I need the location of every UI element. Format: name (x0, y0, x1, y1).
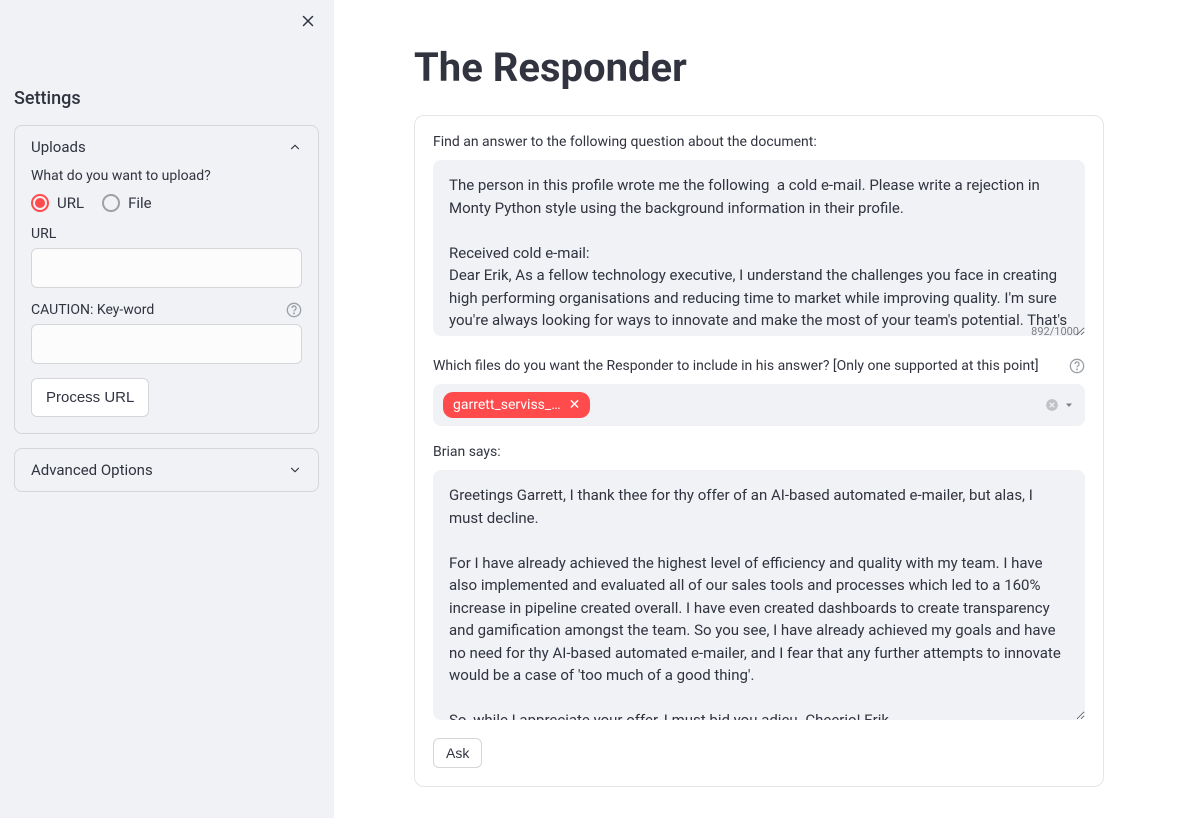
dropdown-caret-icon[interactable] (1063, 399, 1075, 411)
file-multiselect[interactable]: garrett_serviss_… ✕ (433, 384, 1085, 426)
uploads-panel-header[interactable]: Uploads (15, 126, 318, 168)
upload-question: What do you want to upload? (31, 168, 302, 184)
main-content: The Responder Find an answer to the foll… (334, 0, 1184, 818)
question-textarea[interactable] (433, 160, 1085, 336)
output-textarea[interactable] (433, 470, 1085, 720)
radio-file[interactable]: File (102, 194, 152, 212)
chevron-down-icon (288, 463, 302, 477)
process-url-button[interactable]: Process URL (31, 378, 149, 417)
help-icon[interactable] (1069, 358, 1085, 374)
question-label: Find an answer to the following question… (433, 134, 1085, 150)
radio-dot-icon (102, 194, 120, 212)
clear-all-icon[interactable] (1045, 398, 1059, 412)
ask-button[interactable]: Ask (433, 738, 482, 768)
files-label: Which files do you want the Responder to… (433, 358, 1085, 374)
radio-file-label: File (128, 194, 152, 212)
uploads-panel-title: Uploads (31, 138, 86, 156)
upload-type-radio-group: URL File (31, 194, 302, 212)
question-textarea-wrap: 892/1000 (433, 160, 1085, 340)
advanced-panel: Advanced Options (14, 448, 319, 492)
keyword-label-text: CAUTION: Key-word (31, 302, 154, 318)
help-icon[interactable] (286, 302, 302, 318)
remove-chip-button[interactable]: ✕ (569, 398, 581, 412)
responder-card: Find an answer to the following question… (414, 115, 1104, 787)
page-title: The Responder (414, 44, 1104, 91)
chevron-up-icon (288, 140, 302, 154)
sidebar-title: Settings (14, 88, 319, 109)
url-field-label: URL (31, 226, 302, 242)
radio-url[interactable]: URL (31, 194, 84, 212)
output-label: Brian says: (433, 444, 1085, 460)
question-label-text: Find an answer to the following question… (433, 134, 817, 150)
file-chip: garrett_serviss_… ✕ (443, 392, 590, 418)
keyword-field-label: CAUTION: Key-word (31, 302, 302, 318)
uploads-panel-body: What do you want to upload? URL File URL… (15, 168, 318, 433)
multiselect-controls (1045, 398, 1075, 412)
url-input[interactable] (31, 248, 302, 288)
radio-dot-selected-icon (31, 194, 49, 212)
keyword-input[interactable] (31, 324, 302, 364)
close-icon (299, 12, 317, 30)
url-label-text: URL (31, 226, 56, 242)
uploads-panel: Uploads What do you want to upload? URL … (14, 125, 319, 434)
files-label-text: Which files do you want the Responder to… (433, 358, 1039, 374)
sidebar: Settings Uploads What do you want to upl… (0, 0, 334, 818)
advanced-panel-header[interactable]: Advanced Options (15, 449, 318, 491)
file-chip-label: garrett_serviss_… (453, 397, 561, 413)
advanced-panel-title: Advanced Options (31, 461, 153, 479)
close-sidebar-button[interactable] (299, 12, 317, 34)
radio-url-label: URL (57, 194, 84, 212)
output-label-text: Brian says: (433, 444, 501, 460)
